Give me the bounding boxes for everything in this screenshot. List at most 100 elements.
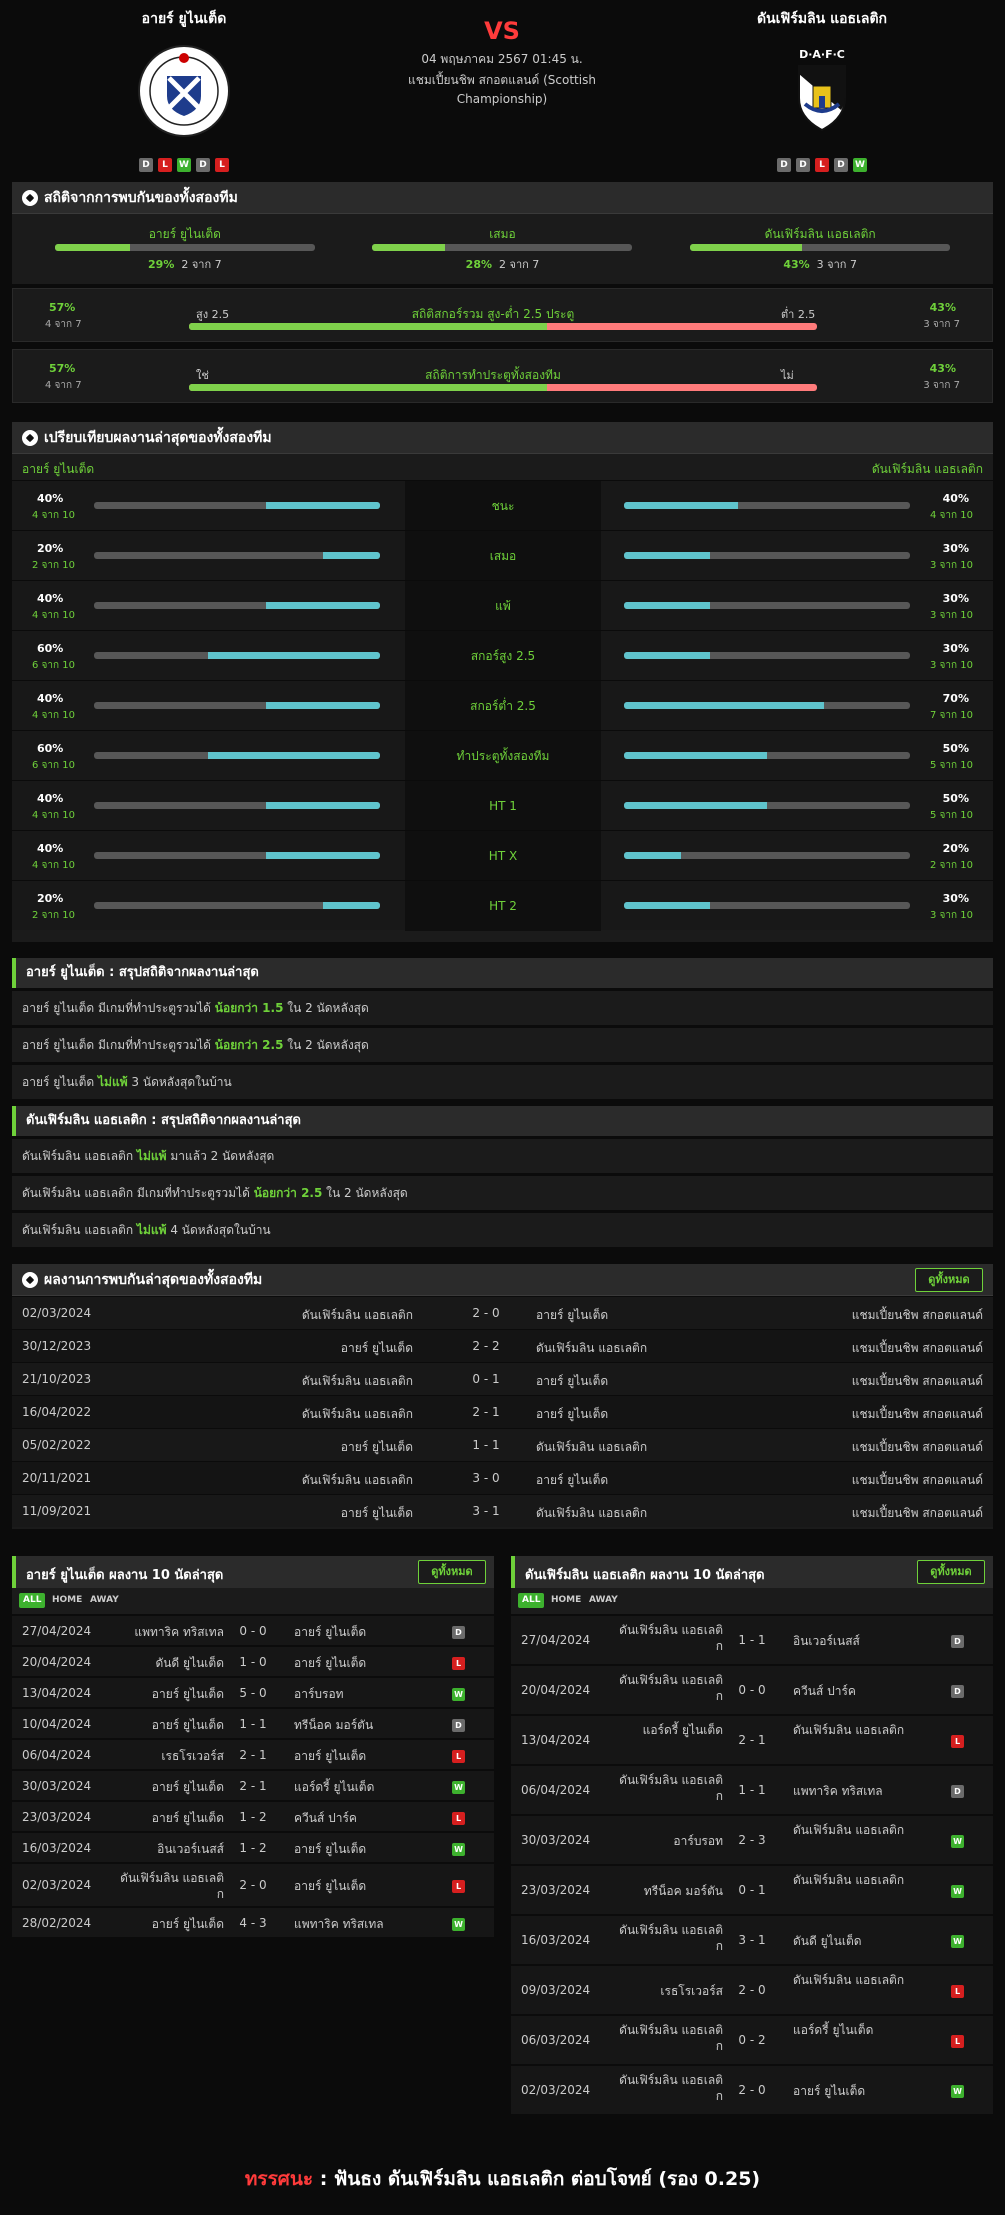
tab-all[interactable]: ALL — [518, 1593, 545, 1608]
last10-row[interactable]: 16/03/2024 อินเวอร์เนสส์ 1 - 2 อายร์ ยูไนเต… — [12, 1831, 494, 1862]
result-row[interactable]: 30/12/2023 อายร์ ยูไนเต็ด 2 - 2 ดันเฟิร์มลิ… — [12, 1329, 993, 1362]
result-row[interactable]: 02/03/2024 ดันเฟิร์มลิน แอธเลติก 2 - 0 อายร… — [12, 1296, 993, 1329]
last10-home-team[interactable]: อายร์ ยูไนเต็ด — [114, 1717, 224, 1733]
last10-home-team[interactable]: อายร์ ยูไนเต็ด — [114, 1779, 224, 1795]
last10-home-team[interactable]: แอร์ดรี้ ยูไนเต็ด — [613, 1722, 723, 1738]
result-away-team[interactable]: อายร์ ยูไนเต็ด — [536, 1405, 608, 1424]
home-team-logo[interactable] — [137, 44, 231, 138]
result-away-team[interactable]: อายร์ ยูไนเต็ด — [536, 1372, 608, 1391]
last10-away-team[interactable]: แพทาริค ทริสเทล — [294, 1916, 412, 1932]
last10-away-team[interactable]: ควีนส์ ปาร์ค — [793, 1683, 911, 1699]
result-home-team[interactable]: อายร์ ยูไนเต็ด — [341, 1504, 413, 1523]
last10-row[interactable]: 13/04/2024 อายร์ ยูไนเต็ด 5 - 0 อาร์บรอท W — [12, 1676, 494, 1707]
last10-away-team[interactable]: อายร์ ยูไนเต็ด — [294, 1748, 412, 1764]
last10-row[interactable]: 09/03/2024 เรธโรเวอร์ส 2 - 0 ดันเฟิร์มลิน แ… — [511, 1964, 993, 2014]
last10-row[interactable]: 27/04/2024 แพทาริค ทริสเทล 0 - 0 อายร์ ยูไน… — [12, 1614, 494, 1645]
last10-away-team[interactable]: แอร์ดรี้ ยูไนเต็ด — [793, 2022, 911, 2038]
last10-home-team[interactable]: ดันเฟิร์มลิน แอธเลติก — [613, 2072, 723, 2104]
last10-home-team[interactable]: ทรีน็อค มอร์ตัน — [613, 1883, 723, 1899]
last10-home-team[interactable]: เรธโรเวอร์ส — [114, 1748, 224, 1764]
last10-row[interactable]: 02/03/2024 ดันเฟิร์มลิน แอธเลติก 2 - 0 อายร… — [511, 2064, 993, 2114]
last10-row[interactable]: 06/04/2024 เรธโรเวอร์ส 2 - 1 อายร์ ยูไนเต็ด… — [12, 1738, 494, 1769]
last10-home-team[interactable]: อาร์บรอท — [613, 1833, 723, 1849]
tab-home[interactable]: HOME — [48, 1593, 86, 1608]
last10-row[interactable]: 10/04/2024 อายร์ ยูไนเต็ด 1 - 1 ทรีน็อค มอร… — [12, 1707, 494, 1738]
last10-away-team[interactable]: อายร์ ยูไนเต็ด — [294, 1624, 412, 1640]
last10-home-team[interactable]: อายร์ ยูไนเต็ด — [114, 1810, 224, 1826]
last10-row[interactable]: 30/03/2024 อายร์ ยูไนเต็ด 2 - 1 แอร์ดรี้ ยู… — [12, 1769, 494, 1800]
result-away-team[interactable]: อายร์ ยูไนเต็ด — [536, 1471, 608, 1490]
last10-away-team[interactable]: ควีนส์ ปาร์ค — [294, 1810, 412, 1826]
last10-home-team[interactable]: ดันดี ยูไนเต็ด — [114, 1655, 224, 1671]
last10-away-team[interactable]: อายร์ ยูไนเต็ด — [294, 1878, 412, 1894]
last10-home-team[interactable]: ดันเฟิร์มลิน แอธเลติก — [114, 1870, 224, 1902]
home-team-name[interactable]: อายร์ ยูไนเต็ด — [54, 8, 314, 30]
last10-home-team[interactable]: ดันเฟิร์มลิน แอธเลติก — [613, 1922, 723, 1954]
last10-away-team[interactable]: แพทาริค ทริสเทล — [793, 1783, 911, 1799]
result-row[interactable]: 21/10/2023 ดันเฟิร์มลิน แอธเลติก 0 - 1 อายร… — [12, 1362, 993, 1395]
result-home-team[interactable]: ดันเฟิร์มลิน แอธเลติก — [302, 1405, 413, 1424]
last10-away-team[interactable]: ดันดี ยูไนเต็ด — [793, 1933, 911, 1949]
last10-away-team[interactable]: ดันเฟิร์มลิน แอธเลติก — [793, 1972, 911, 1988]
compare-home-team[interactable]: อายร์ ยูไนเต็ด — [22, 460, 94, 479]
result-row[interactable]: 20/11/2021 ดันเฟิร์มลิน แอธเลติก 3 - 0 อายร… — [12, 1461, 993, 1494]
result-away-team[interactable]: ดันเฟิร์มลิน แอธเลติก — [536, 1339, 647, 1358]
result-away-team[interactable]: อายร์ ยูไนเต็ด — [536, 1306, 608, 1325]
tab-away[interactable]: AWAY — [585, 1593, 622, 1608]
result-badge: D — [452, 1625, 465, 1639]
last10-row[interactable]: 28/02/2024 อายร์ ยูไนเต็ด 4 - 3 แพทาริค ทริ… — [12, 1906, 494, 1937]
last10-row[interactable]: 20/04/2024 ดันเฟิร์มลิน แอธเลติก 0 - 0 ควีน… — [511, 1664, 993, 1714]
last10-home-team[interactable]: ดันเฟิร์มลิน แอธเลติก — [613, 2022, 723, 2054]
home-last10-view-all-button[interactable]: ดูทั้งหมด — [418, 1560, 486, 1584]
last10-home-team[interactable]: ดันเฟิร์มลิน แอธเลติก — [613, 1622, 723, 1654]
last10-home-team[interactable]: อายร์ ยูไนเต็ด — [114, 1916, 224, 1932]
last10-row[interactable]: 02/03/2024 ดันเฟิร์มลิน แอธเลติก 2 - 0 อายร… — [12, 1862, 494, 1906]
result-home-team[interactable]: อายร์ ยูไนเต็ด — [341, 1438, 413, 1457]
last10-row[interactable]: 23/03/2024 ทรีน็อค มอร์ตัน 0 - 1 ดันเฟิร์มล… — [511, 1864, 993, 1914]
last10-away-team[interactable]: อายร์ ยูไนเต็ด — [793, 2083, 911, 2099]
last10-away-team[interactable]: อายร์ ยูไนเต็ด — [294, 1841, 412, 1857]
last10-row[interactable]: 06/03/2024 ดันเฟิร์มลิน แอธเลติก 0 - 2 แอร์… — [511, 2014, 993, 2064]
last10-row[interactable]: 13/04/2024 แอร์ดรี้ ยูไนเต็ด 2 - 1 ดันเฟิร์… — [511, 1714, 993, 1764]
away-team-logo[interactable]: D·A·F·C — [775, 44, 869, 138]
last10-away-team[interactable]: ดันเฟิร์มลิน แอธเลติก — [793, 1872, 911, 1888]
last10-away-team[interactable]: ทรีน็อค มอร์ตัน — [294, 1717, 412, 1733]
result-row[interactable]: 05/02/2022 อายร์ ยูไนเต็ด 1 - 1 ดันเฟิร์มลิ… — [12, 1428, 993, 1461]
last10-home-team[interactable]: ดันเฟิร์มลิน แอธเลติก — [613, 1772, 723, 1804]
result-away-team[interactable]: ดันเฟิร์มลิน แอธเลติก — [536, 1504, 647, 1523]
tab-all[interactable]: ALL — [19, 1593, 46, 1608]
last10-row[interactable]: 20/04/2024 ดันดี ยูไนเต็ด 1 - 0 อายร์ ยูไนเ… — [12, 1645, 494, 1676]
last10-away-team[interactable]: อายร์ ยูไนเต็ด — [294, 1655, 412, 1671]
away-last10-view-all-button[interactable]: ดูทั้งหมด — [917, 1560, 985, 1584]
result-home-team[interactable]: ดันเฟิร์มลิน แอธเลติก — [302, 1471, 413, 1490]
result-home-team[interactable]: ดันเฟิร์มลิน แอธเลติก — [302, 1372, 413, 1391]
last10-date: 20/04/2024 — [22, 1654, 92, 1669]
tab-home[interactable]: HOME — [547, 1593, 585, 1608]
home-team-block[interactable]: อายร์ ยูไนเต็ด DLWDL — [54, 8, 314, 172]
last10-away-team[interactable]: ดันเฟิร์มลิน แอธเลติก — [793, 1722, 911, 1738]
last10-row[interactable]: 30/03/2024 อาร์บรอท 2 - 3 ดันเฟิร์มลิน แอธเ… — [511, 1814, 993, 1864]
result-away-team[interactable]: ดันเฟิร์มลิน แอธเลติก — [536, 1438, 647, 1457]
last10-away-team[interactable]: แอร์ดรี้ ยูไนเต็ด — [294, 1779, 412, 1795]
away-team-block[interactable]: ดันเฟิร์มลิน แอธเลติก D·A·F·C DDLDW — [692, 8, 952, 172]
last10-row[interactable]: 27/04/2024 ดันเฟิร์มลิน แอธเลติก 1 - 1 อินเ… — [511, 1614, 993, 1664]
compare-away-team[interactable]: ดันเฟิร์มลิน แอธเลติก — [872, 460, 983, 479]
last10-home-team[interactable]: อินเวอร์เนสส์ — [114, 1841, 224, 1857]
away-team-name[interactable]: ดันเฟิร์มลิน แอธเลติก — [692, 8, 952, 30]
last10-home-team[interactable]: แพทาริค ทริสเทล — [114, 1624, 224, 1640]
last10-row[interactable]: 23/03/2024 อายร์ ยูไนเต็ด 1 - 2 ควีนส์ ปาร์… — [12, 1800, 494, 1831]
h2h-view-all-button[interactable]: ดูทั้งหมด — [915, 1268, 983, 1292]
last10-away-team[interactable]: ดันเฟิร์มลิน แอธเลติก — [793, 1822, 911, 1838]
tab-away[interactable]: AWAY — [86, 1593, 123, 1608]
result-row[interactable]: 11/09/2021 อายร์ ยูไนเต็ด 3 - 1 ดันเฟิร์มลิ… — [12, 1494, 993, 1527]
result-row[interactable]: 16/04/2022 ดันเฟิร์มลิน แอธเลติก 2 - 1 อายร… — [12, 1395, 993, 1428]
last10-row[interactable]: 06/04/2024 ดันเฟิร์มลิน แอธเลติก 1 - 1 แพทา… — [511, 1764, 993, 1814]
last10-row[interactable]: 16/03/2024 ดันเฟิร์มลิน แอธเลติก 3 - 1 ดันด… — [511, 1914, 993, 1964]
last10-home-team[interactable]: ดันเฟิร์มลิน แอธเลติก — [613, 1672, 723, 1704]
last10-away-team[interactable]: อินเวอร์เนสส์ — [793, 1633, 911, 1649]
last10-home-team[interactable]: เรธโรเวอร์ส — [613, 1983, 723, 1999]
last10-away-team[interactable]: อาร์บรอท — [294, 1686, 412, 1702]
result-home-team[interactable]: ดันเฟิร์มลิน แอธเลติก — [302, 1306, 413, 1325]
result-home-team[interactable]: อายร์ ยูไนเต็ด — [341, 1339, 413, 1358]
last10-home-team[interactable]: อายร์ ยูไนเต็ด — [114, 1686, 224, 1702]
